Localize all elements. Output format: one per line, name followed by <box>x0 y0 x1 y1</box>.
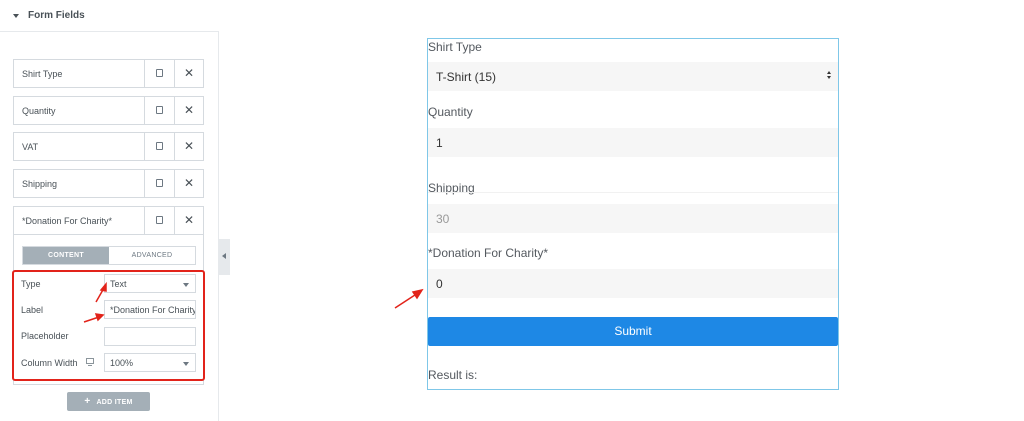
duplicate-button[interactable] <box>144 97 174 124</box>
tab-content[interactable]: CONTENT <box>23 247 109 264</box>
repeater-item-label: *Donation For Charity* <box>22 216 113 226</box>
control-tabs: CONTENT ADVANCED <box>22 246 196 265</box>
arrow-donation <box>394 292 419 309</box>
close-icon: ✕ <box>184 103 195 117</box>
plus-icon: + <box>84 396 91 407</box>
tab-advanced[interactable]: ADVANCED <box>109 247 195 264</box>
duplicate-button[interactable] <box>144 133 174 160</box>
shirt-type-value: T-Shirt (15) <box>436 70 497 84</box>
copy-icon <box>154 104 163 114</box>
shipping-input: 30 <box>428 204 838 233</box>
remove-button[interactable]: ✕ <box>174 207 203 234</box>
donation-input[interactable]: 0 <box>428 269 838 298</box>
repeater-item-label: Shipping <box>22 179 58 189</box>
select-arrows-icon <box>827 71 832 81</box>
copy-icon <box>154 214 163 224</box>
donation-label: *Donation For Charity* <box>428 246 549 260</box>
editor-panel: Form Fields Shirt Type ✕ Quantity ✕ VAT … <box>0 0 219 421</box>
repeater-item-donation[interactable]: *Donation For Charity* ✕ <box>13 206 204 235</box>
copy-icon <box>154 67 163 77</box>
remove-button[interactable]: ✕ <box>174 60 203 87</box>
caret-down-icon <box>13 14 19 18</box>
quantity-input[interactable]: 1 <box>428 128 838 157</box>
copy-icon <box>154 177 163 187</box>
repeater-item-label: Quantity <box>22 106 56 116</box>
close-icon: ✕ <box>184 213 195 227</box>
remove-button[interactable]: ✕ <box>174 133 203 160</box>
close-icon: ✕ <box>184 139 195 153</box>
quantity-label: Quantity <box>428 105 473 119</box>
divider <box>428 192 838 193</box>
duplicate-button[interactable] <box>144 60 174 87</box>
close-icon: ✕ <box>184 176 195 190</box>
repeater-item-vat[interactable]: VAT ✕ <box>13 132 204 161</box>
arrow-head <box>411 288 424 300</box>
red-highlight-box <box>12 270 205 381</box>
copy-icon <box>154 140 163 150</box>
add-item-button[interactable]: + ADD ITEM <box>67 392 150 411</box>
chevron-left-icon <box>222 253 226 259</box>
remove-button[interactable]: ✕ <box>174 170 203 197</box>
repeater-item-label: VAT <box>22 142 39 152</box>
duplicate-button[interactable] <box>144 207 174 234</box>
close-icon: ✕ <box>184 66 195 80</box>
repeater-item-shipping[interactable]: Shipping ✕ <box>13 169 204 198</box>
repeater-item-quantity[interactable]: Quantity ✕ <box>13 96 204 125</box>
submit-button[interactable]: Submit <box>428 317 838 346</box>
repeater-item-label: Shirt Type <box>22 69 63 79</box>
section-header-form-fields[interactable]: Form Fields <box>0 0 219 32</box>
shirt-type-select[interactable]: T-Shirt (15) <box>428 62 838 91</box>
remove-button[interactable]: ✕ <box>174 97 203 124</box>
add-item-label: ADD ITEM <box>96 399 133 406</box>
shirt-type-label: Shirt Type <box>428 40 482 54</box>
panel-collapse-handle[interactable] <box>219 239 230 275</box>
duplicate-button[interactable] <box>144 170 174 197</box>
repeater-item-shirt-type[interactable]: Shirt Type ✕ <box>13 59 204 88</box>
result-text: Result is: <box>428 368 478 382</box>
section-title: Form Fields <box>28 10 85 21</box>
